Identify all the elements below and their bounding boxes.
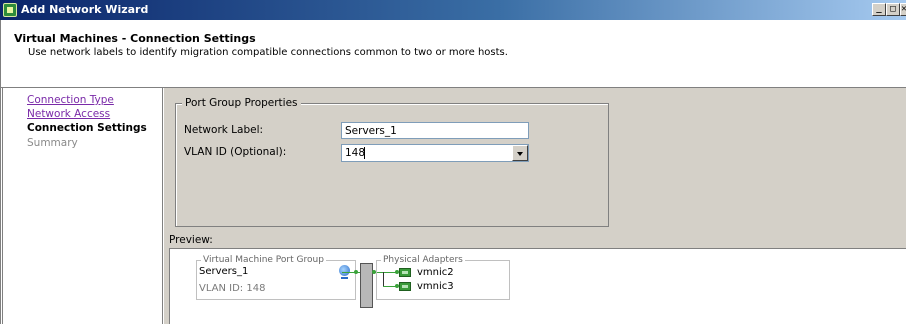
dropdown-arrow-icon[interactable]	[512, 145, 528, 161]
vlan-id-value: 148	[345, 147, 366, 159]
network-label-input[interactable]	[341, 122, 529, 139]
nav-item-summary: Summary	[27, 137, 78, 149]
adapter-vmnic3: vmnic3	[417, 281, 454, 292]
vlan-id-combobox[interactable]: 148	[341, 144, 529, 162]
port-group-legend: Port Group Properties	[182, 97, 301, 109]
vm-port-group-legend: Virtual Machine Port Group	[201, 255, 326, 265]
physical-adapters-legend: Physical Adapters	[381, 255, 465, 265]
physical-adapters-box: Physical Adapters vmnic2 vmnic3	[376, 255, 510, 300]
virtual-switch-icon	[360, 263, 373, 308]
wizard-header: Virtual Machines - Connection Settings U…	[0, 20, 906, 88]
text-caret	[364, 147, 365, 159]
page-title: Virtual Machines - Connection Settings	[14, 32, 256, 45]
virtual-machine-icon	[339, 265, 350, 279]
main-panel: Port Group Properties Network Label: VLA…	[164, 88, 906, 324]
connector-dot	[354, 270, 358, 274]
port-group-properties-group: Port Group Properties Network Label: VLA…	[175, 97, 609, 227]
title-bar[interactable]: Add Network Wizard _ □ ✕	[0, 0, 906, 20]
vm-port-group-vlan: VLAN ID: 148	[199, 283, 266, 294]
preview-panel: Virtual Machine Port Group Servers_1 VLA…	[169, 248, 906, 324]
nic-icon	[399, 282, 411, 291]
network-label-label: Network Label:	[184, 124, 264, 136]
vm-port-group-name: Servers_1	[199, 266, 249, 277]
app-icon	[3, 3, 17, 17]
window-title: Add Network Wizard	[21, 3, 149, 16]
vm-port-group-box: Virtual Machine Port Group Servers_1 VLA…	[196, 255, 356, 300]
adapter-vmnic2: vmnic2	[417, 267, 454, 278]
preview-label: Preview:	[169, 234, 213, 246]
vlan-id-label: VLAN ID (Optional):	[184, 146, 287, 158]
maximize-button[interactable]: □	[886, 3, 900, 16]
nic-icon	[399, 268, 411, 277]
nav-item-connection-type[interactable]: Connection Type	[27, 94, 114, 106]
minimize-button[interactable]: _	[872, 3, 886, 16]
wizard-steps-nav: Connection Type Network Access Connectio…	[0, 88, 163, 324]
close-button[interactable]: ✕	[900, 3, 906, 16]
nav-item-network-access[interactable]: Network Access	[27, 108, 110, 120]
page-description: Use network labels to identify migration…	[28, 47, 508, 58]
nav-item-connection-settings: Connection Settings	[27, 122, 147, 134]
